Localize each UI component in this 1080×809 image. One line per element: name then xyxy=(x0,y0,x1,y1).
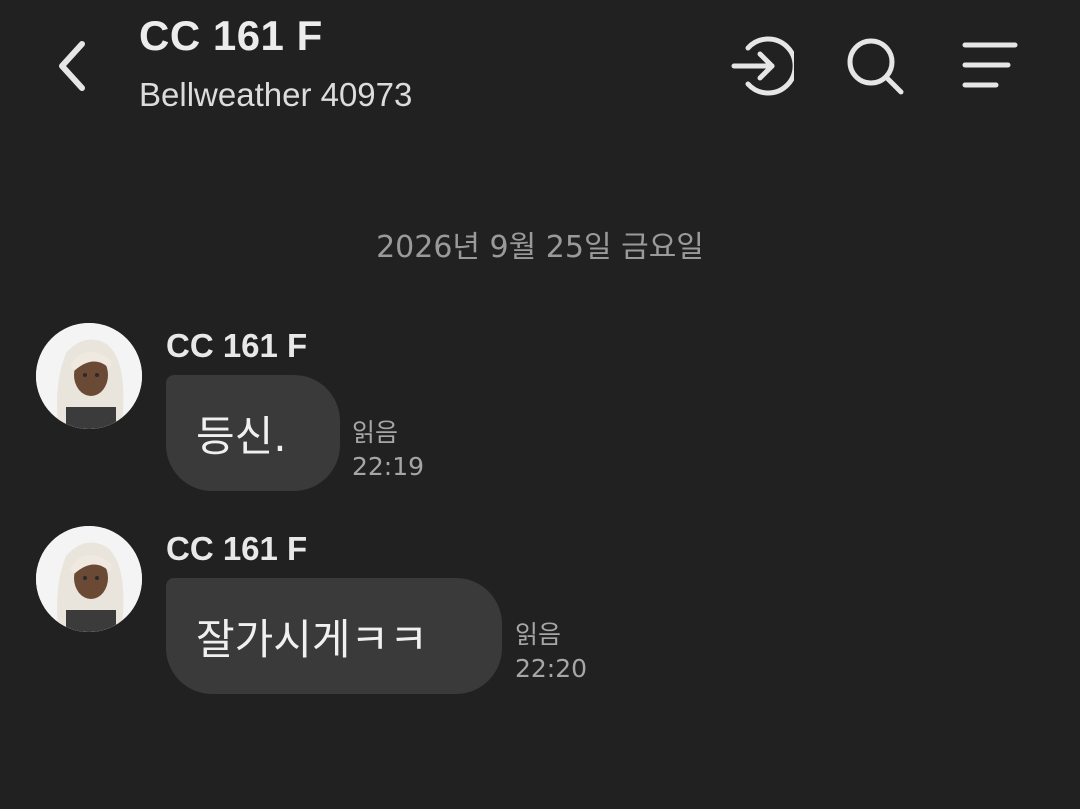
avatar-image xyxy=(36,526,142,632)
login-button[interactable] xyxy=(730,34,794,98)
avatar-image xyxy=(36,323,142,429)
menu-icon xyxy=(962,42,1018,88)
avatar[interactable] xyxy=(36,323,142,429)
chat-title: CC 161 F xyxy=(139,12,323,59)
read-status: 읽음 xyxy=(352,418,399,447)
sender-name: CC 161 F xyxy=(166,530,308,567)
message-time: 22:19 xyxy=(352,452,425,481)
message-bubble[interactable]: 잘가시게ㅋㅋ xyxy=(166,578,502,694)
back-arrow-icon xyxy=(59,41,85,91)
sender-name: CC 161 F xyxy=(166,327,308,364)
message-meta: 읽음 22:19 xyxy=(352,416,424,484)
search-icon xyxy=(847,38,904,95)
message-bubble[interactable]: 등신. xyxy=(166,375,340,491)
chat-subtitle: Bellweather 40973 xyxy=(139,76,413,113)
avatar[interactable] xyxy=(36,526,142,632)
back-button[interactable] xyxy=(48,34,96,98)
date-divider: 2026년 9월 25일 금요일 xyxy=(376,230,704,265)
login-icon xyxy=(731,36,794,96)
message-time: 22:20 xyxy=(515,654,588,683)
search-button[interactable] xyxy=(843,34,907,98)
read-status: 읽음 xyxy=(515,620,562,649)
menu-button[interactable] xyxy=(958,34,1022,98)
chat-screen: CC 161 F Bellweather 40973 2026년 9월 25일 … xyxy=(0,0,1080,809)
message-meta: 읽음 22:20 xyxy=(515,618,587,686)
